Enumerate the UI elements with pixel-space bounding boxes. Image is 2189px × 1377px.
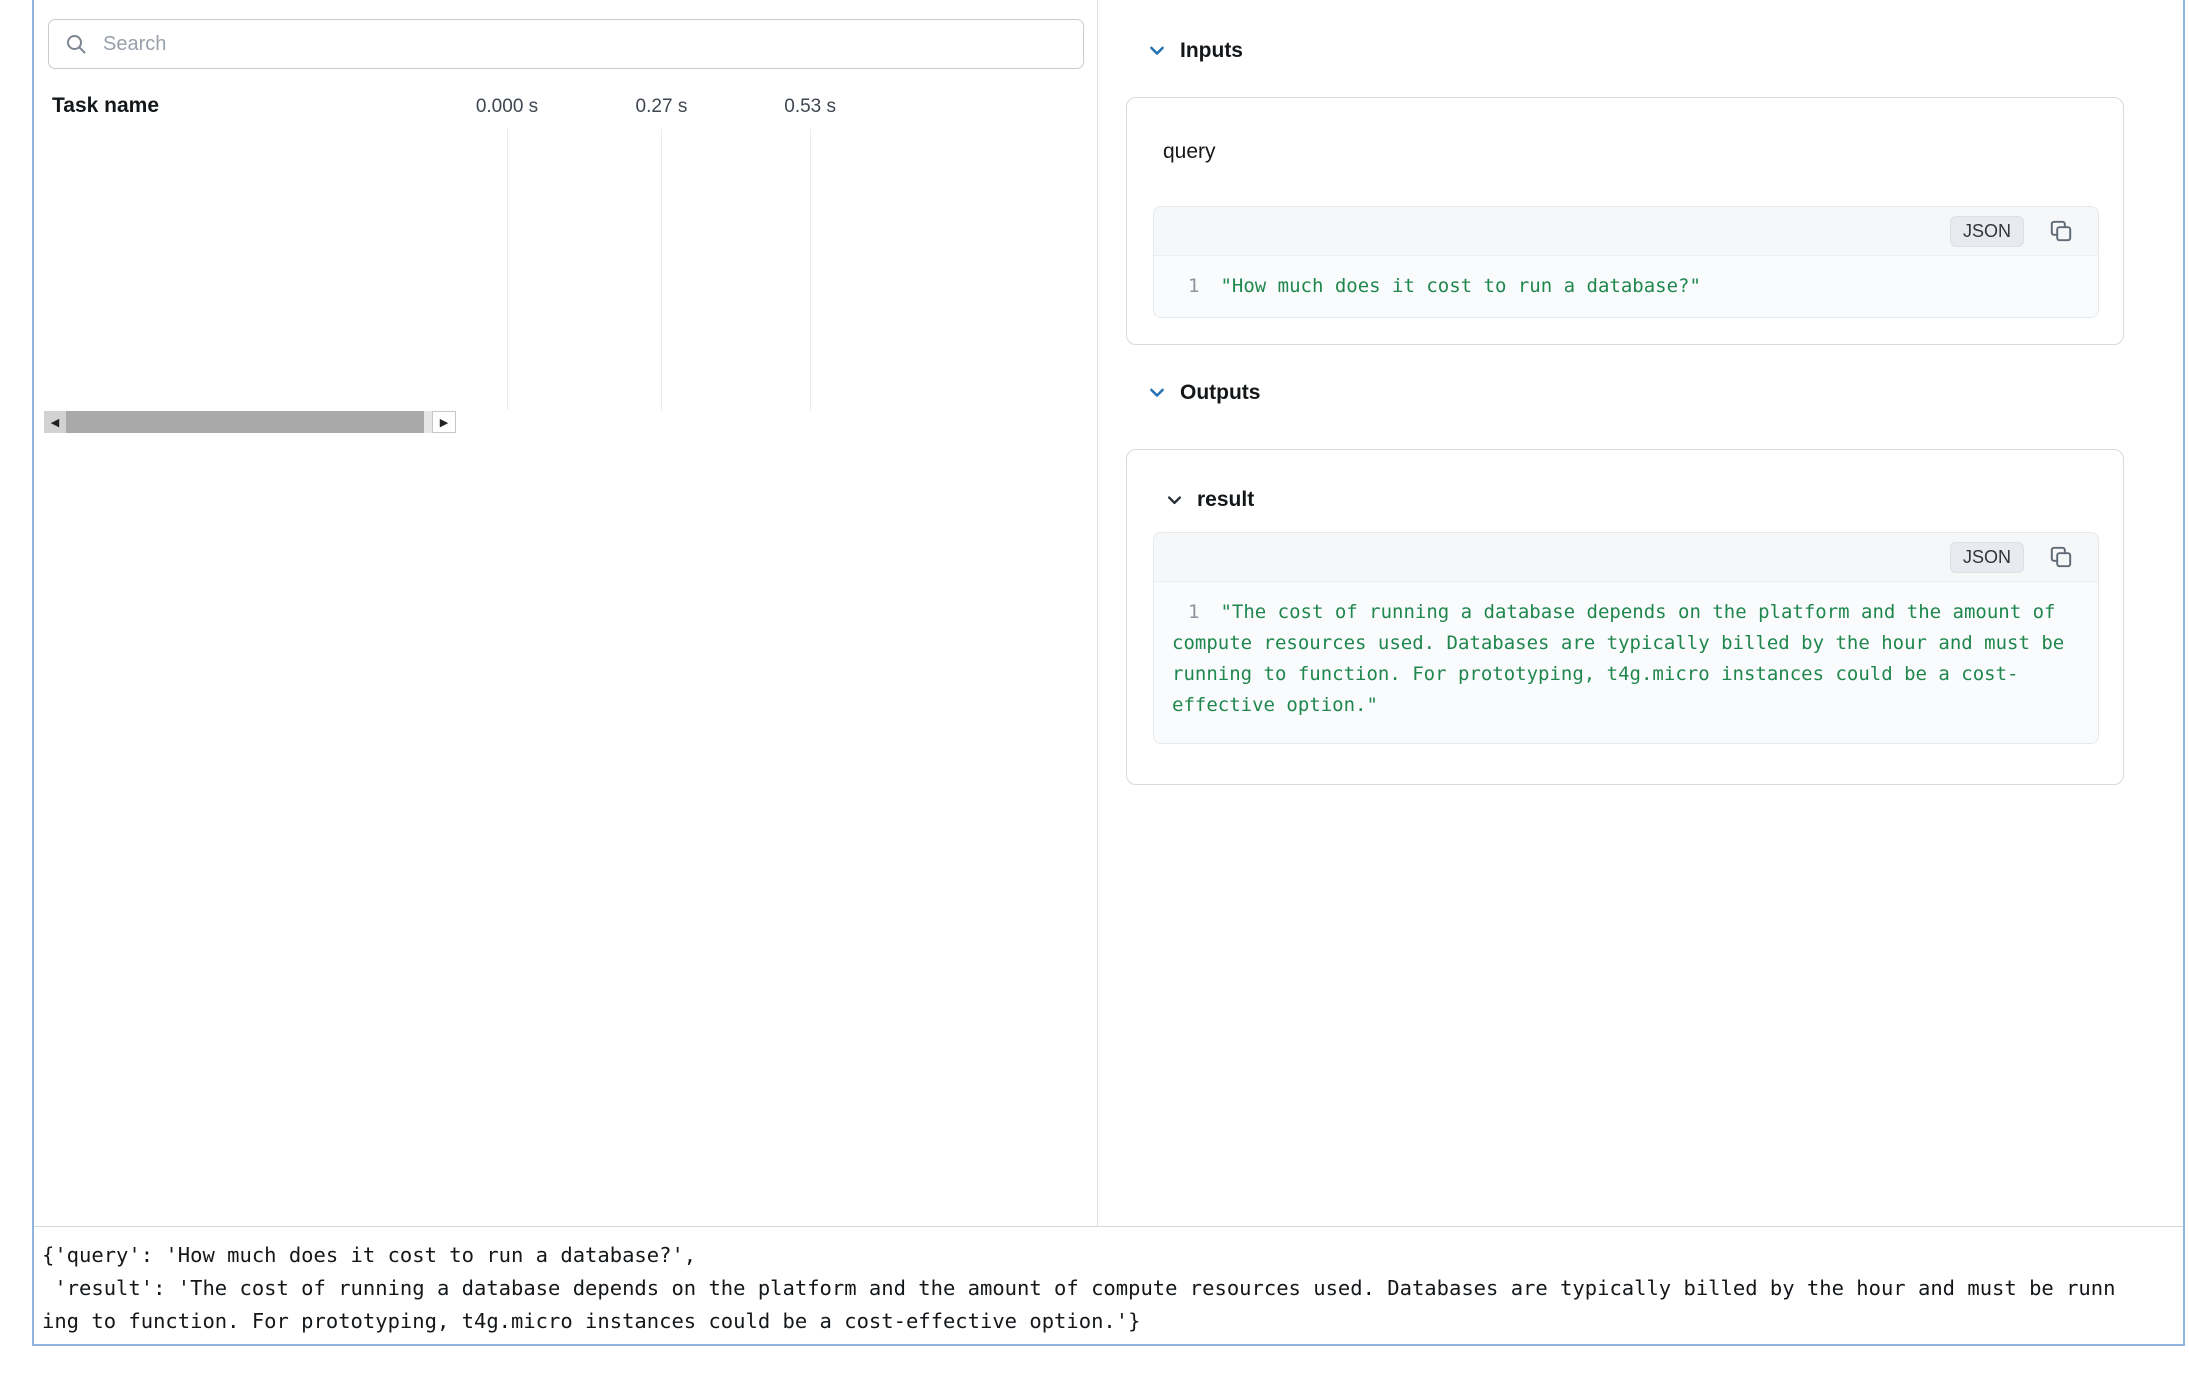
outputs-section-header[interactable]: Outputs: [1147, 381, 1260, 405]
search-box[interactable]: [48, 19, 1084, 69]
input-field-name: query: [1163, 140, 1216, 164]
result-collapsible-row[interactable]: result: [1165, 488, 1254, 512]
copy-icon: [2048, 218, 2074, 244]
chevron-down-icon[interactable]: [1147, 41, 1167, 61]
copy-icon: [2048, 544, 2074, 570]
search-input[interactable]: [101, 32, 1068, 57]
timeline-gridline: [507, 129, 508, 410]
inputs-card: query JSON 1"How much does it cost to ru…: [1126, 97, 2124, 345]
code-block-toolbar: JSON: [1154, 533, 2098, 581]
outputs-section-title: Outputs: [1180, 381, 1260, 405]
tree-header: Task name 0.000 s 0.27 s 0.53 s: [34, 87, 1097, 129]
output-code-body: 1"The cost of running a database depends…: [1154, 581, 2098, 743]
console-line: {'query': 'How much does it cost to run …: [42, 1239, 2174, 1272]
code-block-toolbar: JSON: [1154, 207, 2098, 255]
output-value: "The cost of running a database depends …: [1172, 601, 2076, 716]
timeline-tick: 0.000 s: [476, 96, 538, 118]
output-field-name: result: [1197, 488, 1254, 512]
copy-button[interactable]: [2048, 218, 2074, 244]
json-format-toggle[interactable]: JSON: [1950, 216, 2024, 247]
outputs-card: result JSON 1"The cost of running a data…: [1126, 449, 2124, 785]
console-line: 'result': 'The cost of running a databas…: [42, 1272, 2174, 1305]
line-number: 1: [1172, 601, 1220, 623]
input-code-block: JSON 1"How much does it cost to run a da…: [1153, 206, 2099, 318]
chevron-down-icon[interactable]: [1147, 383, 1167, 403]
inputs-section-title: Inputs: [1180, 39, 1243, 63]
console-output: {'query': 'How much does it cost to run …: [42, 1239, 2174, 1338]
task-name-header: Task name: [52, 94, 159, 118]
timeline-tick: 0.53 s: [784, 96, 836, 118]
timeline-gridline: [810, 129, 811, 410]
trace-tree-pane: Task name 0.000 s 0.27 s 0.53 s ◀ ▶: [34, 0, 1098, 1226]
output-code-block: JSON 1"The cost of running a database de…: [1153, 532, 2099, 744]
scroll-right-arrow-icon[interactable]: ▶: [432, 411, 456, 433]
console-line: ing to function. For prototyping, t4g.mi…: [42, 1305, 2174, 1338]
trace-rows: [34, 129, 1097, 410]
line-number: 1: [1172, 275, 1220, 297]
trace-viewer-cell: Task name 0.000 s 0.27 s 0.53 s ◀ ▶ Inputs…: [32, 0, 2185, 1346]
input-value: "How much does it cost to run a database…: [1220, 275, 1700, 297]
divider: [34, 1226, 2183, 1227]
copy-button[interactable]: [2048, 544, 2074, 570]
timeline-gridline: [661, 129, 662, 410]
input-code-body: 1"How much does it cost to run a databas…: [1154, 255, 2098, 317]
scroll-left-arrow-icon[interactable]: ◀: [44, 411, 66, 433]
chevron-down-icon[interactable]: [1165, 491, 1184, 510]
inputs-section-header[interactable]: Inputs: [1147, 39, 1243, 63]
scrollbar-thumb[interactable]: [66, 411, 424, 433]
horizontal-scrollbar[interactable]: ◀ ▶: [44, 411, 456, 433]
timeline-tick: 0.27 s: [636, 96, 688, 118]
json-format-toggle[interactable]: JSON: [1950, 542, 2024, 573]
search-icon: [64, 32, 88, 56]
